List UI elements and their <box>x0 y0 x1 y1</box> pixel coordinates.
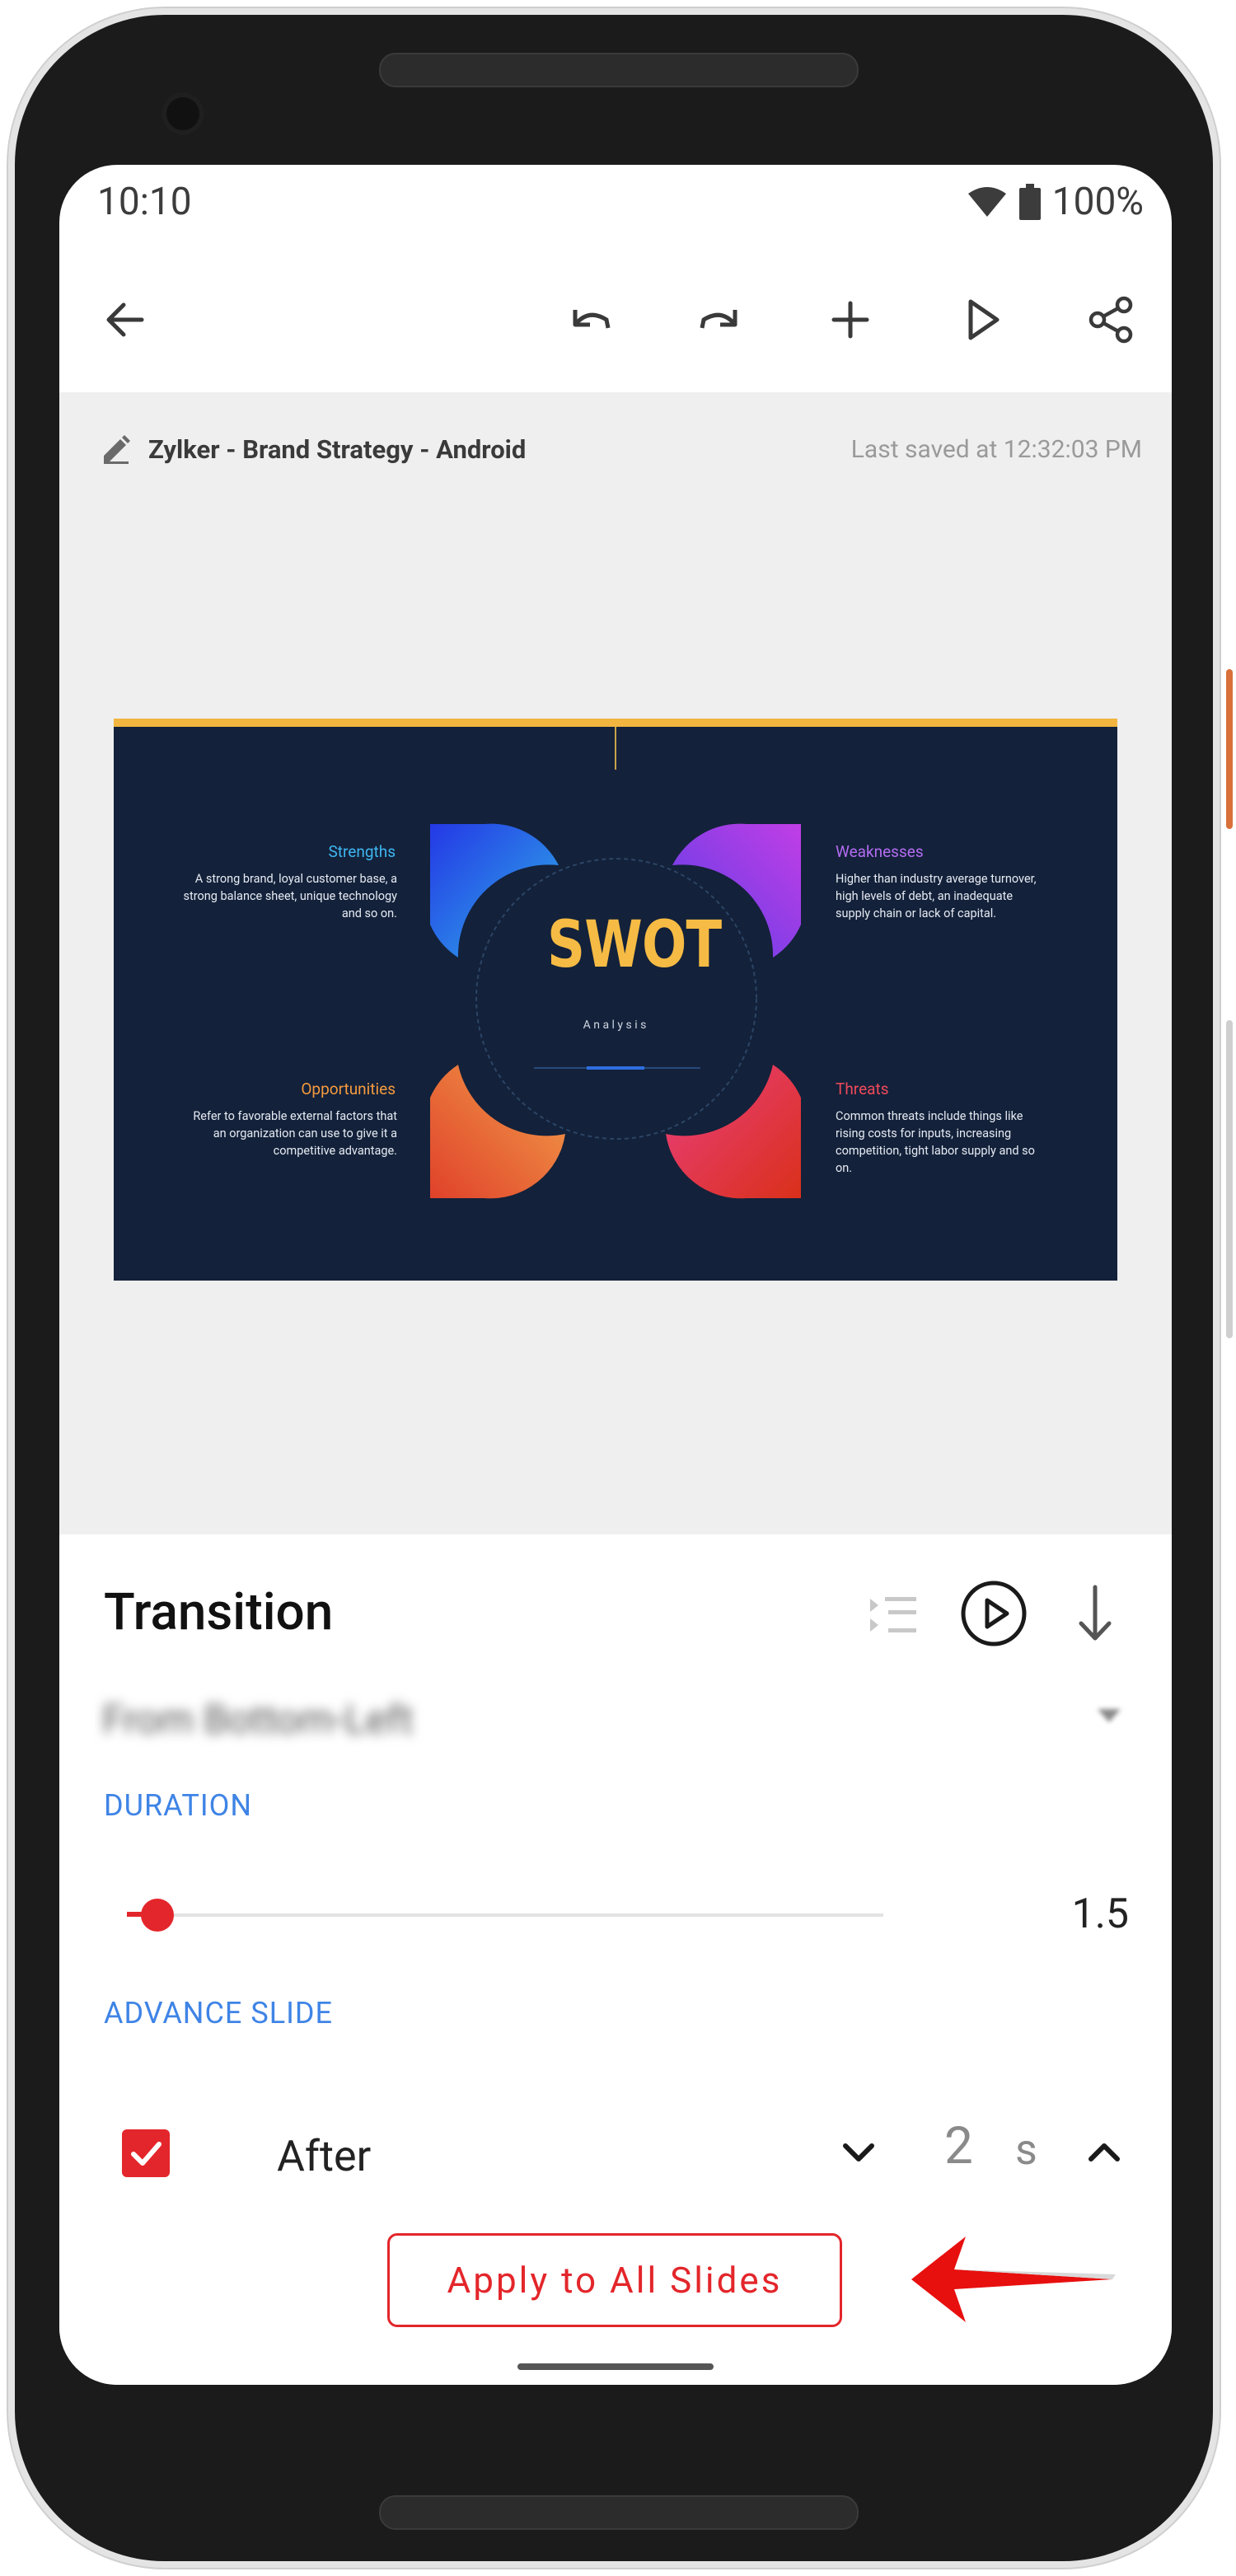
chevron-down-icon[interactable] <box>834 2128 883 2177</box>
preview-play-icon[interactable] <box>959 1579 1028 1648</box>
checkmark-icon <box>131 2142 162 2166</box>
last-saved-status: Last saved at 12:32:03 PM <box>850 435 1142 464</box>
after-seconds-unit: s <box>1015 2124 1037 2175</box>
duration-value: 1.5 <box>1071 1890 1129 1938</box>
apply-downward-icon[interactable] <box>1066 1582 1124 1645</box>
battery-icon <box>1018 184 1041 220</box>
add-icon[interactable] <box>817 287 883 353</box>
after-label: After <box>277 2131 372 2181</box>
apply-to-all-slides-button[interactable]: Apply to All Slides <box>387 2233 842 2327</box>
play-icon[interactable] <box>949 287 1015 353</box>
home-indicator[interactable] <box>517 2363 714 2370</box>
duration-slider-thumb[interactable] <box>141 1899 174 1932</box>
phone-screen: 10:10 100% Zylker - Brand Strategy - And… <box>59 165 1172 2385</box>
advance-slide-label: ADVANCE SLIDE <box>104 1996 333 2030</box>
power-button <box>1226 669 1233 829</box>
transition-effect-select[interactable]: From Bottom-Left <box>102 1696 414 1743</box>
duration-slider-track[interactable] <box>127 1913 883 1917</box>
volume-button <box>1226 1020 1233 1338</box>
annotation-arrow-icon <box>911 2236 1116 2322</box>
status-time: 10:10 <box>97 180 192 224</box>
undo-icon[interactable] <box>557 287 623 353</box>
slide-preview[interactable]: SWOT A n a l y s i s Strengths A strong … <box>114 719 1117 1281</box>
wifi-icon <box>967 187 1006 217</box>
back-arrow-icon[interactable] <box>59 287 191 353</box>
after-checkbox[interactable] <box>122 2129 170 2177</box>
duration-label: DURATION <box>104 1788 253 1823</box>
battery-percent: 100% <box>1051 180 1144 224</box>
chevron-up-icon[interactable] <box>1079 2128 1129 2177</box>
swot-graphic <box>430 823 801 1199</box>
slide-subheading: A n a l y s i s <box>583 1019 647 1032</box>
dropdown-caret-icon[interactable] <box>1098 1709 1121 1722</box>
status-icons: 100% <box>967 180 1144 224</box>
edit-pencil-icon <box>104 435 130 464</box>
redo-icon[interactable] <box>687 287 753 353</box>
document-title-row[interactable]: Zylker - Brand Strategy - Android <box>101 433 526 465</box>
share-icon[interactable] <box>1078 287 1144 353</box>
opportunities-title: Opportunities <box>301 1080 396 1098</box>
slide-heading: SWOT <box>547 908 722 982</box>
opportunities-text: Refer to favorable external factors that… <box>193 1109 397 1158</box>
front-camera <box>162 92 204 135</box>
document-title: Zylker - Brand Strategy - Android <box>148 433 527 465</box>
threats-title: Threats <box>836 1080 889 1098</box>
list-reorder-icon[interactable] <box>865 1585 923 1643</box>
weaknesses-text: Higher than industry average turnover, h… <box>836 872 1037 920</box>
weaknesses-title: Weaknesses <box>836 842 924 861</box>
bottom-speaker <box>379 2495 859 2530</box>
panel-title: Transition <box>104 1582 334 1642</box>
strengths-text: A strong brand, loyal customer base, a s… <box>183 872 397 920</box>
after-seconds-value[interactable]: 2 <box>944 2116 973 2176</box>
threats-text: Common threats include things like risin… <box>836 1109 1035 1175</box>
strengths-title: Strengths <box>328 842 396 861</box>
earpiece-speaker <box>379 53 859 87</box>
